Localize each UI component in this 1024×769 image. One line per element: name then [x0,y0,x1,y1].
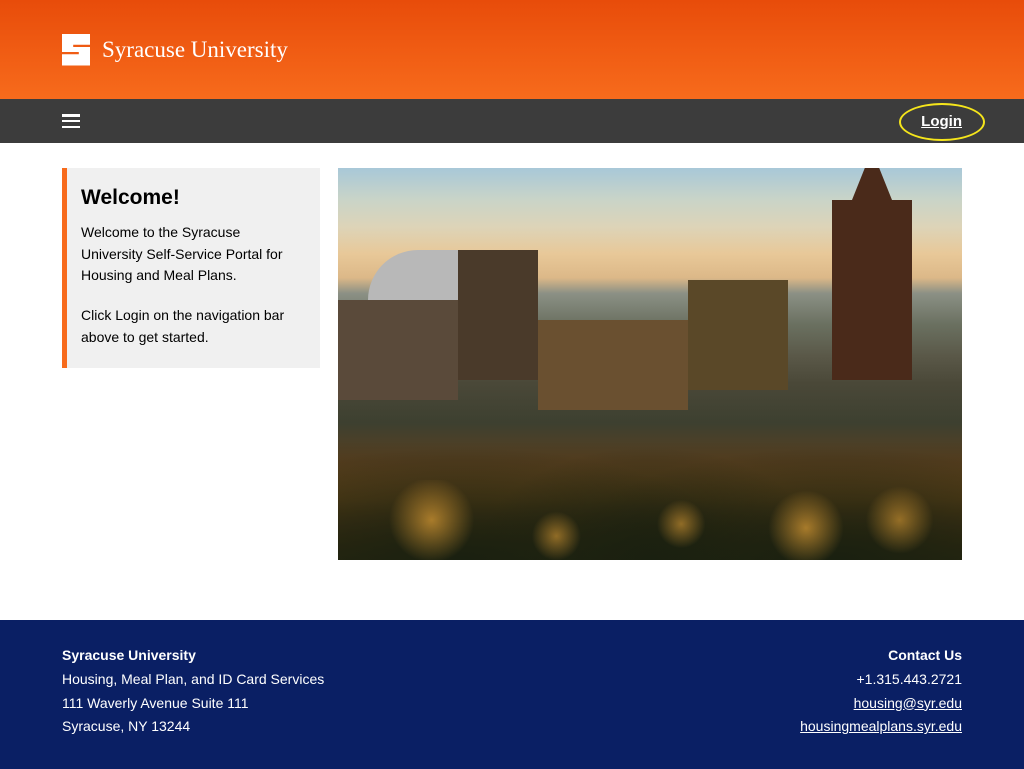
login-link[interactable]: Login [921,113,962,130]
footer-org-name: Syracuse University [62,644,324,668]
footer-dept: Housing, Meal Plan, and ID Card Services [62,668,324,692]
footer-address-line1: 111 Waverly Avenue Suite 111 [62,692,324,716]
campus-hero-image [338,168,962,560]
footer-phone: +1.315.443.2721 [800,668,962,692]
footer-contact: Contact Us +1.315.443.2721 housing@syr.e… [800,644,962,739]
hamburger-menu-icon[interactable] [62,114,80,128]
university-logo[interactable]: Syracuse University [62,34,288,66]
main-content: Welcome! Welcome to the Syracuse Univers… [0,143,1024,560]
logo-s-icon [62,34,90,66]
footer-website-link[interactable]: housingmealplans.syr.edu [800,718,962,734]
navbar: Login [0,99,1024,143]
welcome-paragraph-1: Welcome to the Syracuse University Self-… [81,222,304,287]
welcome-card: Welcome! Welcome to the Syracuse Univers… [62,168,320,368]
welcome-paragraph-2: Click Login on the navigation bar above … [81,305,304,348]
login-wrap: Login [921,113,962,130]
header: Syracuse University [0,0,1024,99]
welcome-heading: Welcome! [81,186,304,210]
logo-text: Syracuse University [102,37,288,63]
footer-address: Syracuse University Housing, Meal Plan, … [62,644,324,739]
footer: Syracuse University Housing, Meal Plan, … [0,620,1024,769]
footer-email-link[interactable]: housing@syr.edu [854,695,962,711]
footer-contact-title: Contact Us [800,644,962,668]
footer-address-line2: Syracuse, NY 13244 [62,715,324,739]
